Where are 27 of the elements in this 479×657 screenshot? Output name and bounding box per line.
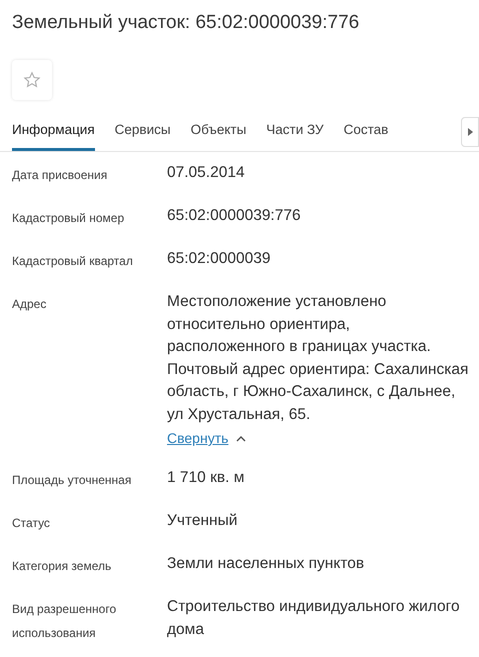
- field-value: 65:02:0000039: [167, 249, 270, 269]
- field-label: Вид разрешенного использования: [12, 601, 118, 642]
- field-label: Площадь уточненная: [12, 472, 132, 489]
- tab[interactable]: Объекты: [190, 112, 246, 151]
- field-label: Кадастровый квартал: [12, 253, 134, 270]
- caret-right-icon: [468, 128, 472, 136]
- field-value: 1 710 кв. м: [167, 468, 244, 488]
- tab[interactable]: Информация: [12, 112, 95, 151]
- collapse-link[interactable]: Свернуть: [167, 428, 246, 449]
- page-title: Земельный участок: 65:02:0000039:776: [12, 11, 360, 35]
- scroll-tabs-button[interactable]: [461, 116, 479, 146]
- field-value: 07.05.2014: [167, 163, 245, 183]
- field-label: Адрес: [12, 296, 48, 313]
- field-value: Строительство индивидуального жилого дома: [167, 597, 461, 640]
- field-value: Учтенный: [167, 511, 238, 531]
- field-label: Статус: [12, 515, 51, 532]
- field-value: Местоположение установлено относительно ориентира, расположенного в границах участка. Почтовый адрес ориентира: Сахалинская область, г Южно-Сахалинск, с Дальнее, ул Хрустальная, 65.: [167, 292, 469, 424]
- chevron-up-icon: [236, 436, 246, 442]
- tab[interactable]: Части ЗУ: [266, 112, 324, 151]
- star-icon: [23, 71, 41, 89]
- field-label: Кадастровый номер: [12, 210, 126, 227]
- tab[interactable]: Состав: [344, 112, 388, 151]
- field-value: 65:02:0000039:776: [167, 206, 301, 226]
- field-label: Дата присвоения: [12, 167, 108, 184]
- field-label: Категория земель: [12, 558, 112, 575]
- field-value: Земли населенных пунктов: [167, 554, 364, 574]
- tab[interactable]: Сервисы: [114, 112, 171, 151]
